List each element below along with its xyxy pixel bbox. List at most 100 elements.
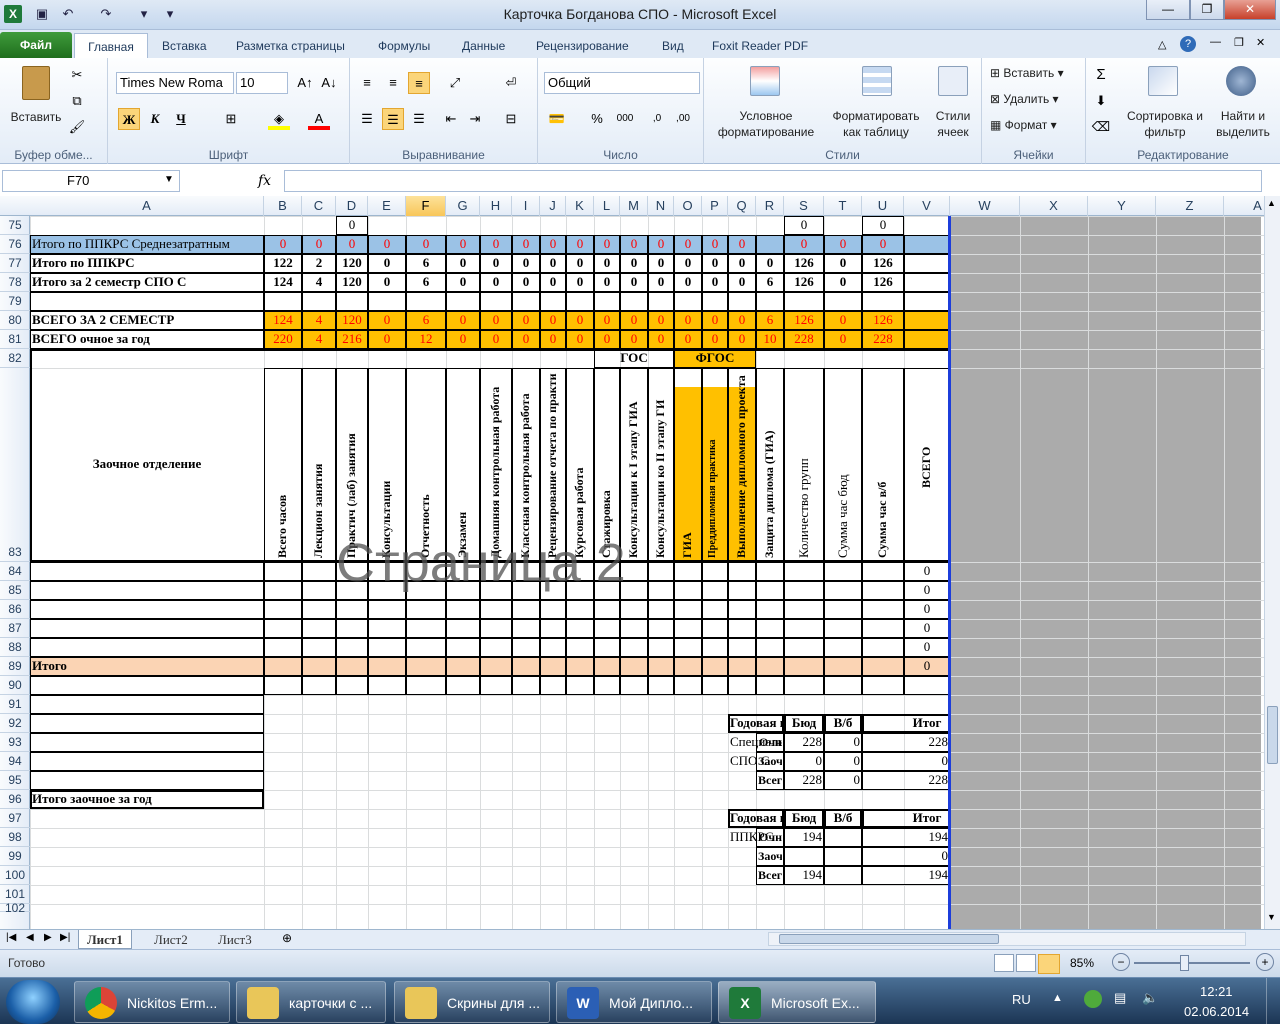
cell[interactable]: 0	[676, 311, 700, 330]
itogo-label[interactable]: Итого	[32, 657, 262, 676]
summary-value[interactable]: 228	[906, 733, 949, 752]
column-header[interactable]: O	[674, 196, 702, 216]
cell[interactable]: 0	[514, 235, 538, 254]
summary-head[interactable]: Итог	[906, 714, 948, 733]
cell[interactable]: 0	[650, 254, 672, 273]
cell[interactable]: 4	[304, 273, 334, 292]
cell[interactable]: 0	[370, 235, 404, 254]
cell[interactable]: 0	[304, 235, 334, 254]
cell[interactable]: 0	[704, 254, 726, 273]
cell[interactable]: 0	[704, 273, 726, 292]
clear-icon[interactable]: ⌫	[1090, 116, 1112, 138]
column-header[interactable]: D	[336, 196, 368, 216]
cell[interactable]: 126	[786, 273, 822, 292]
help-icon[interactable]: ?	[1180, 36, 1196, 52]
row-label[interactable]: ВСЕГО очное за год	[32, 330, 262, 349]
summary-row-label[interactable]: Очн	[758, 733, 782, 752]
column-header[interactable]: J	[540, 196, 566, 216]
cell[interactable]: 0	[906, 638, 948, 657]
zoom-out-icon[interactable]: −	[1112, 953, 1130, 971]
formula-input[interactable]	[284, 170, 1262, 192]
column-header[interactable]: Z	[1156, 196, 1224, 216]
summary-row-label[interactable]: Очн	[758, 828, 782, 847]
bold-button[interactable]: Ж	[118, 108, 140, 130]
clock-time[interactable]: 12:21	[1200, 984, 1233, 999]
row-header[interactable]: 85	[0, 581, 30, 600]
cell[interactable]: 0	[650, 311, 672, 330]
cell[interactable]: 0	[622, 311, 646, 330]
summary-value[interactable]: 194	[786, 866, 823, 885]
tab-formulas[interactable]: Формулы	[370, 35, 438, 57]
row-label[interactable]: Итого по ППКРС	[32, 254, 262, 273]
cell[interactable]: 0	[266, 235, 300, 254]
summary-value[interactable]: 0	[826, 752, 861, 771]
cell[interactable]: 124	[266, 273, 300, 292]
cell[interactable]: 0	[650, 330, 672, 349]
decrease-indent-icon[interactable]: ⇤	[440, 108, 462, 130]
cell[interactable]: 0	[448, 235, 478, 254]
zoom-in-icon[interactable]: +	[1256, 953, 1274, 971]
column-header[interactable]: B	[264, 196, 302, 216]
cell[interactable]: 0	[622, 235, 646, 254]
row-header[interactable]: 83	[0, 368, 30, 562]
cell[interactable]: 0	[370, 311, 404, 330]
cell[interactable]: 124	[266, 311, 300, 330]
cell[interactable]: 10	[758, 330, 782, 349]
cell[interactable]: 4	[304, 330, 334, 349]
cell[interactable]: 0	[542, 235, 564, 254]
cell[interactable]: 0	[730, 254, 754, 273]
taskbar-excel[interactable]: X Microsoft Ex...	[718, 981, 876, 1023]
cell[interactable]: 6	[408, 254, 444, 273]
row-header[interactable]: 94	[0, 752, 30, 771]
summary-row-label[interactable]: Всего	[758, 771, 782, 790]
row-header[interactable]: 102	[0, 902, 30, 914]
cell[interactable]: 0	[448, 254, 478, 273]
cell[interactable]: 0	[370, 330, 404, 349]
cell[interactable]: 0	[568, 235, 592, 254]
summary-row-label[interactable]: Заоч	[758, 752, 782, 771]
minimize-button[interactable]: —	[1146, 0, 1190, 20]
language-indicator[interactable]: RU	[1012, 992, 1031, 1007]
cell[interactable]: 0	[826, 330, 860, 349]
summary-value[interactable]	[826, 828, 860, 847]
sheet-tab-3[interactable]: Лист3	[210, 930, 260, 949]
taskbar-word[interactable]: W Мой Дипло...	[556, 981, 712, 1023]
hscroll-thumb[interactable]	[779, 934, 999, 944]
summary-row-label[interactable]: Заоч	[758, 847, 782, 866]
column-header[interactable]: N	[648, 196, 674, 216]
close-button[interactable]: ✕	[1224, 0, 1276, 20]
summary-head[interactable]: Бюд	[786, 714, 822, 733]
row-header[interactable]: 99	[0, 847, 30, 866]
summary-value[interactable]: 0	[826, 733, 861, 752]
vertical-scrollbar[interactable]: ▲ ▼	[1264, 196, 1280, 929]
cell[interactable]: 4	[304, 311, 334, 330]
column-header[interactable]: L	[594, 196, 620, 216]
vertical-column-header[interactable]: Экзамен	[455, 372, 470, 558]
conditional-format-button[interactable]: Условное форматирование	[704, 108, 828, 140]
cell[interactable]: 0	[758, 254, 782, 273]
row-header[interactable]: 92	[0, 714, 30, 733]
font-name-select[interactable]: Times New Roma	[116, 72, 234, 94]
format-table-button[interactable]: Форматировать как таблицу	[826, 108, 926, 140]
tab-view[interactable]: Вид	[654, 35, 692, 57]
taskbar-folder-1[interactable]: карточки с ...	[236, 981, 386, 1023]
cell[interactable]: 228	[786, 330, 822, 349]
name-box[interactable]: F70	[2, 170, 180, 192]
vertical-column-header[interactable]: Выполнение дипломного проекта	[734, 375, 749, 558]
cell[interactable]: 0	[730, 330, 754, 349]
row-label[interactable]: ВСЕГО ЗА 2 СЕМЕСТР	[32, 311, 262, 330]
tray-expand-icon[interactable]: ▲	[1052, 992, 1063, 1004]
column-header[interactable]: I	[512, 196, 540, 216]
wrap-text-icon[interactable]: ⏎	[500, 72, 522, 94]
cell[interactable]: 0	[542, 254, 564, 273]
utorrent-icon[interactable]	[1084, 990, 1102, 1008]
cell[interactable]: 0	[408, 235, 444, 254]
align-bottom-icon[interactable]: ≡	[408, 72, 430, 94]
cell[interactable]: 0	[906, 562, 948, 581]
borders-icon[interactable]: ⊞	[220, 108, 242, 130]
row-header[interactable]: 79	[0, 292, 30, 311]
vertical-column-header[interactable]: Рецензирование отчета по практи	[545, 372, 560, 559]
find-select-button[interactable]: Найти и выделить	[1210, 108, 1276, 140]
row-label[interactable]: Итого по ППКРС Среднезатратным	[32, 235, 262, 254]
cell[interactable]: 0	[568, 311, 592, 330]
